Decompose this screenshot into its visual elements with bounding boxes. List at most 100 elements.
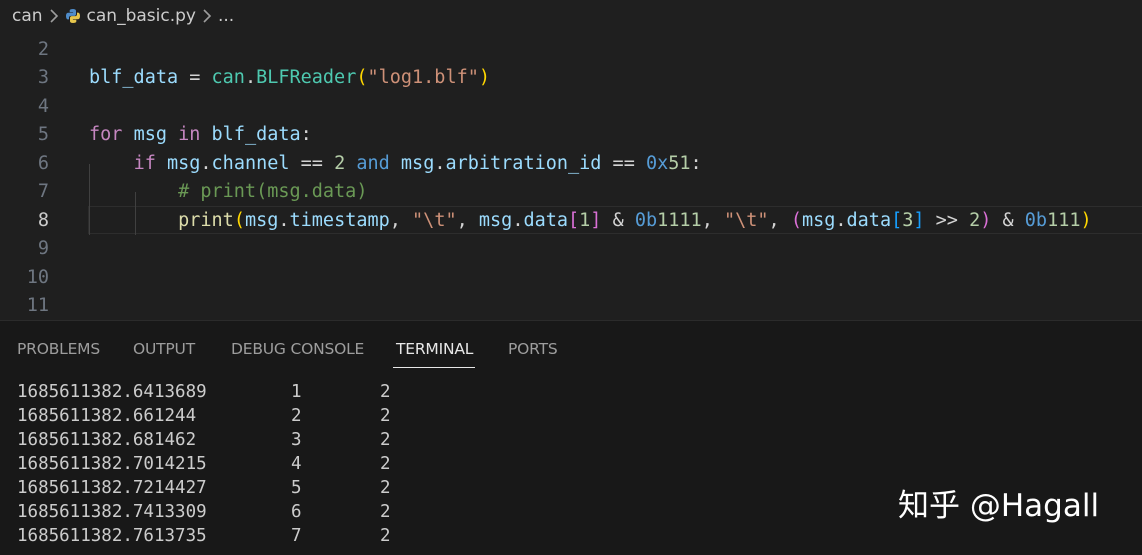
code-line[interactable]: 2 [0,36,1142,65]
line-number: 4 [37,96,49,117]
code-text: if msg.channel == 2 and msg.arbitration_… [89,150,702,179]
code-token: ) [478,67,491,88]
terminal-timestamp: 1685611382.6413689 [17,382,207,402]
code-line[interactable]: 4 [0,93,1142,122]
code-token: 2 [334,153,346,174]
tab-terminal[interactable]: TERMINAL [396,340,473,358]
terminal-value: 3 [291,430,302,450]
code-token: & [991,210,1025,231]
code-token: # print(msg.data) [178,181,368,202]
code-line[interactable]: 5 for msg in blf_data: [0,121,1142,150]
code-token: ] [913,210,925,231]
tab-problems[interactable]: PROBLEMS [17,340,100,358]
terminal-value: 1 [291,382,302,402]
code-token: [ [568,210,580,231]
terminal-timestamp: 1685611382.7613735 [17,526,207,546]
code-token: can [211,67,245,88]
code-line[interactable]: 9 [0,235,1142,264]
breadcrumb-file[interactable]: can_basic.py [87,6,196,26]
code-token: & [601,210,635,231]
code-line[interactable]: 10 [0,264,1142,293]
terminal-timestamp: 1685611382.661244 [17,406,197,426]
code-token: 1111 [657,210,702,231]
code-token: >> [924,210,970,231]
watermark: 知乎 @Hagall [898,488,1100,524]
code-token: data [846,210,892,231]
code-line[interactable]: 11 [0,292,1142,321]
code-line[interactable]: 8 print(msg.timestamp, "\t", msg.data[1]… [0,207,1142,236]
terminal-timestamp: 1685611382.7413309 [17,502,207,522]
terminal-value: 7 [291,526,302,546]
code-text: blf_data = can.BLFReader("log1.blf") [89,64,490,93]
code-token: "\t" [723,210,769,231]
terminal-value: 4 [291,454,302,474]
code-token: ) [980,210,992,231]
line-number: 8 [37,210,49,231]
terminal-value: 2 [380,478,391,498]
line-number: 5 [37,124,49,145]
code-token: in [178,124,201,145]
breadcrumb-folder-can[interactable]: can [12,6,43,26]
tab-ports[interactable]: PORTS [508,340,558,358]
line-number: 7 [37,181,49,202]
code-editor[interactable]: 2 3 blf_data = can.BLFReader("log1.blf") 4 5… [0,32,1142,320]
terminal-value: 2 [380,502,391,522]
code-token: msg [801,210,836,231]
code-token: [ [891,210,903,231]
panel-tabs: PROBLEMS OUTPUT DEBUG CONSOLE TERMINAL P… [0,321,1142,371]
code-token: 1 [579,210,591,231]
code-token: ( [356,67,368,88]
code-token: ) [1080,210,1092,231]
code-token: msg [478,210,513,231]
code-text: # print(msg.data) [89,178,367,207]
terminal-value: 2 [380,454,391,474]
code-token: 2 [969,210,981,231]
code-token: if [133,153,156,174]
line-number: 11 [26,295,49,316]
code-token: BLFReader [256,67,357,88]
terminal-timestamp: 1685611382.7014215 [17,454,207,474]
code-token: 0b [1024,210,1048,231]
terminal-timestamp: 1685611382.681462 [17,430,197,450]
tab-debug-console[interactable]: DEBUG CONSOLE [231,340,364,358]
code-token: . [278,210,290,231]
tab-output[interactable]: OUTPUT [133,340,195,358]
code-line[interactable]: 6 if msg.channel == 2 and msg.arbitratio… [0,150,1142,179]
code-token: . [244,67,257,88]
code-token: timestamp [289,210,390,231]
terminal-value: 2 [380,526,391,546]
code-token: , [389,210,413,231]
code-token: . [835,210,847,231]
code-token: and [356,153,390,174]
breadcrumb-more[interactable]: ... [218,6,234,26]
code-line[interactable]: 7 # print(msg.data) [0,178,1142,207]
code-line[interactable]: 3 blf_data = can.BLFReader("log1.blf") [0,64,1142,93]
active-tab-indicator [393,367,475,368]
line-number: 10 [26,267,49,288]
code-token: msg [244,210,279,231]
code-token: "log1.blf" [367,67,479,88]
line-number: 3 [37,67,49,88]
code-token: arbitration_id [445,153,602,174]
code-token: , [456,210,479,231]
code-token: 111 [1047,210,1081,231]
code-token: ( [233,210,245,231]
line-number: 2 [37,39,49,60]
code-token: : [300,124,312,145]
code-token: msg [400,153,435,174]
terminal-value: 2 [380,406,391,426]
code-text: print(msg.timestamp, "\t", msg.data[1] &… [89,207,1092,236]
chevron-right-icon [202,9,212,23]
breadcrumb: can can_basic.py ... [0,0,1142,32]
terminal-value: 2 [291,406,302,426]
python-file-icon [65,8,81,24]
code-token: 3 [902,210,914,231]
code-token: . [200,153,212,174]
